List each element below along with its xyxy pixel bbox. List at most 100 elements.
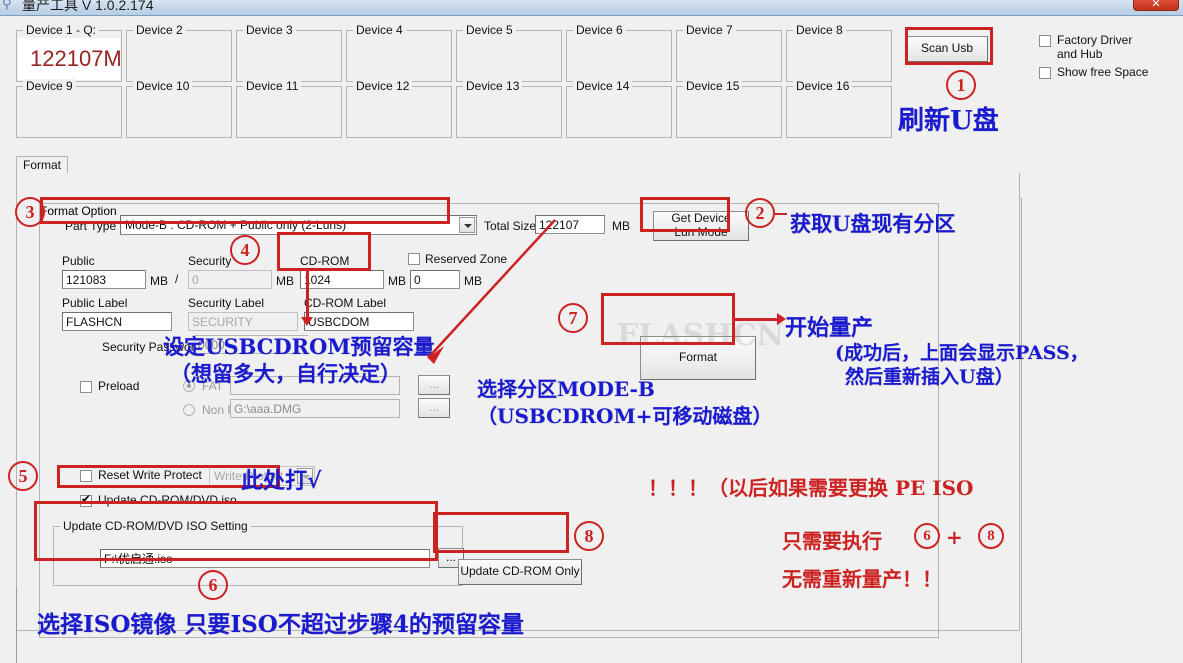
- preload-label: Preload: [98, 379, 140, 393]
- arrow-partype-diagonal: [400, 218, 560, 368]
- device-slot-5[interactable]: Device 5: [456, 23, 562, 82]
- security-unit: MB: [276, 274, 294, 288]
- part-type-value: Mode-B : CD-ROM + Public only (2-Luns): [125, 218, 347, 232]
- scan-usb-button[interactable]: Scan Usb: [906, 36, 988, 62]
- device-slot-content: [458, 94, 560, 136]
- device-slot-14[interactable]: Device 14: [566, 79, 672, 138]
- iso-path-input[interactable]: F:\优启通.iso: [100, 549, 430, 568]
- security-label-label: Security Label: [188, 296, 265, 310]
- device-slot-3[interactable]: Device 3: [236, 23, 342, 82]
- annotation-step3-line2: （USBCDROM+可移动磁盘）: [477, 404, 773, 428]
- factory-driver-label-line2: and Hub: [1057, 47, 1103, 61]
- marker-8: 8: [574, 521, 604, 551]
- annotation-step2: 获取U盘现有分区: [790, 211, 956, 236]
- device-slot-9[interactable]: Device 9: [16, 79, 122, 138]
- nonfat-radio[interactable]: [183, 404, 195, 416]
- preload-nonfat-browse-button[interactable]: ...: [418, 398, 450, 418]
- factory-driver-checkbox[interactable]: [1039, 35, 1051, 47]
- update-cdrom-iso-checkbox[interactable]: [80, 492, 92, 507]
- show-free-space-checkbox[interactable]: [1039, 67, 1051, 79]
- watermark: FLASHCN: [617, 318, 784, 353]
- annotation-step5: 此处打√: [241, 468, 322, 494]
- security-size-input[interactable]: 0: [188, 270, 272, 289]
- device-slot-content: [238, 94, 340, 136]
- preload-nonfat-path-input[interactable]: G:\aaa.DMG: [230, 399, 400, 418]
- device-slot-label: Device 9: [23, 79, 76, 93]
- get-device-lun-mode-button[interactable]: Get Device Lun Mode: [653, 211, 749, 241]
- public-unit: MB: [150, 274, 168, 288]
- public-size-input[interactable]: 121083: [62, 270, 146, 289]
- device-slot-content: [568, 38, 670, 80]
- device-slot-label: Device 1 - Q:: [23, 23, 100, 37]
- device-slot-12[interactable]: Device 12: [346, 79, 452, 138]
- cdrom-label: CD-ROM: [300, 254, 350, 268]
- title-bar: ⚲ 量产工具 V 1.0.2.174 ✕: [0, 0, 1183, 15]
- close-icon[interactable]: ✕: [1133, 0, 1179, 11]
- arrow-format-head: [777, 313, 786, 325]
- format-option-caption: Format Option: [40, 204, 117, 218]
- app-window: ⚲ 量产工具 V 1.0.2.174 ✕ Device 1 - Q: 12210…: [0, 0, 1183, 663]
- cdrom-label-label: CD-ROM Label: [304, 296, 387, 310]
- arrow-cdrom-head: [301, 317, 313, 326]
- window-title: 量产工具 V 1.0.2.174: [22, 0, 154, 13]
- device-slot-label: Device 15: [683, 79, 743, 93]
- device-slot-content: [128, 94, 230, 136]
- annotation-step3-line1: 选择分区MODE-B: [477, 377, 655, 401]
- update-cdrom-iso-label: Update CD-ROM/DVD iso: [98, 493, 237, 507]
- get-lun-line1: Get Device: [671, 211, 731, 226]
- annotation-step1: 刷新U盘: [898, 106, 999, 136]
- tab-bar: Format: [16, 156, 1166, 174]
- show-free-space-label: Show free Space: [1057, 65, 1149, 79]
- tab-format[interactable]: Format: [16, 156, 69, 174]
- device-slot-2[interactable]: Device 2: [126, 23, 232, 82]
- device-slot-label: Device 14: [573, 79, 633, 93]
- annotation-step4-line2: （想留多大，自行决定）: [170, 361, 401, 386]
- cdrom-size-input[interactable]: 1024: [300, 270, 384, 289]
- marker-1: 1: [946, 70, 976, 100]
- device-slot-13[interactable]: Device 13: [456, 79, 562, 138]
- device-slot-7[interactable]: Device 7: [676, 23, 782, 82]
- device-slot-11[interactable]: Device 11: [236, 79, 342, 138]
- device-slot-10[interactable]: Device 10: [126, 79, 232, 138]
- device-slot-label: Device 13: [463, 79, 523, 93]
- device-capacity-readout: 122107M: [30, 46, 122, 71]
- device-slot-1[interactable]: Device 1 - Q: 122107M: [16, 23, 122, 82]
- preload-checkbox[interactable]: [80, 381, 92, 393]
- security-label-input[interactable]: SECURITY: [188, 312, 298, 331]
- device-slot-16[interactable]: Device 16: [786, 79, 892, 138]
- device-slot-content: [128, 38, 230, 80]
- annotation-warning-line3: 无需重新量产！！: [782, 567, 942, 591]
- device-slot-label: Device 11: [243, 79, 302, 93]
- device-slot-label: Device 4: [353, 23, 406, 37]
- device-slot-content: [788, 38, 890, 80]
- annotation-step4-line1: 设定USBCDROM预留容量: [163, 334, 435, 359]
- update-cdrom-only-button[interactable]: Update CD-ROM Only: [458, 559, 582, 585]
- device-slot-content: [788, 94, 890, 136]
- device-slot-8[interactable]: Device 8: [786, 23, 892, 82]
- annotation-warning-plus: +: [946, 525, 963, 549]
- arrow-lun-line: [775, 213, 787, 215]
- device-slot-label: Device 12: [353, 79, 413, 93]
- device-slot-4[interactable]: Device 4: [346, 23, 452, 82]
- device-slot-label: Device 7: [683, 23, 736, 37]
- device-slot-content: [678, 38, 780, 80]
- get-lun-line2: Lun Mode: [674, 225, 728, 239]
- device-slot-content: [348, 38, 450, 80]
- device-slot-content: [568, 94, 670, 136]
- device-slot-content: [18, 94, 120, 136]
- marker-4: 4: [230, 235, 260, 265]
- device-slot-6[interactable]: Device 6: [566, 23, 672, 82]
- device-slot-label: Device 16: [793, 79, 853, 93]
- device-slot-label: Device 8: [793, 23, 846, 37]
- factory-driver-label-line1: Factory Driver: [1057, 33, 1133, 47]
- device-slot-content: [238, 38, 340, 80]
- device-slot-label: Device 6: [573, 23, 626, 37]
- cdrom-label-input[interactable]: USBCDOM: [304, 312, 414, 331]
- device-slot-15[interactable]: Device 15: [676, 79, 782, 138]
- reset-write-protect-checkbox[interactable]: [80, 470, 92, 482]
- arrow-cdrom-line: [306, 271, 309, 319]
- public-label-input[interactable]: FLASHCN: [62, 312, 172, 331]
- annotation-step6: 选择ISO镜像 只要ISO不超过步骤4的预留容量: [37, 611, 524, 638]
- preload-fat-browse-button[interactable]: ...: [418, 375, 450, 395]
- public-label-label: Public Label: [62, 296, 128, 310]
